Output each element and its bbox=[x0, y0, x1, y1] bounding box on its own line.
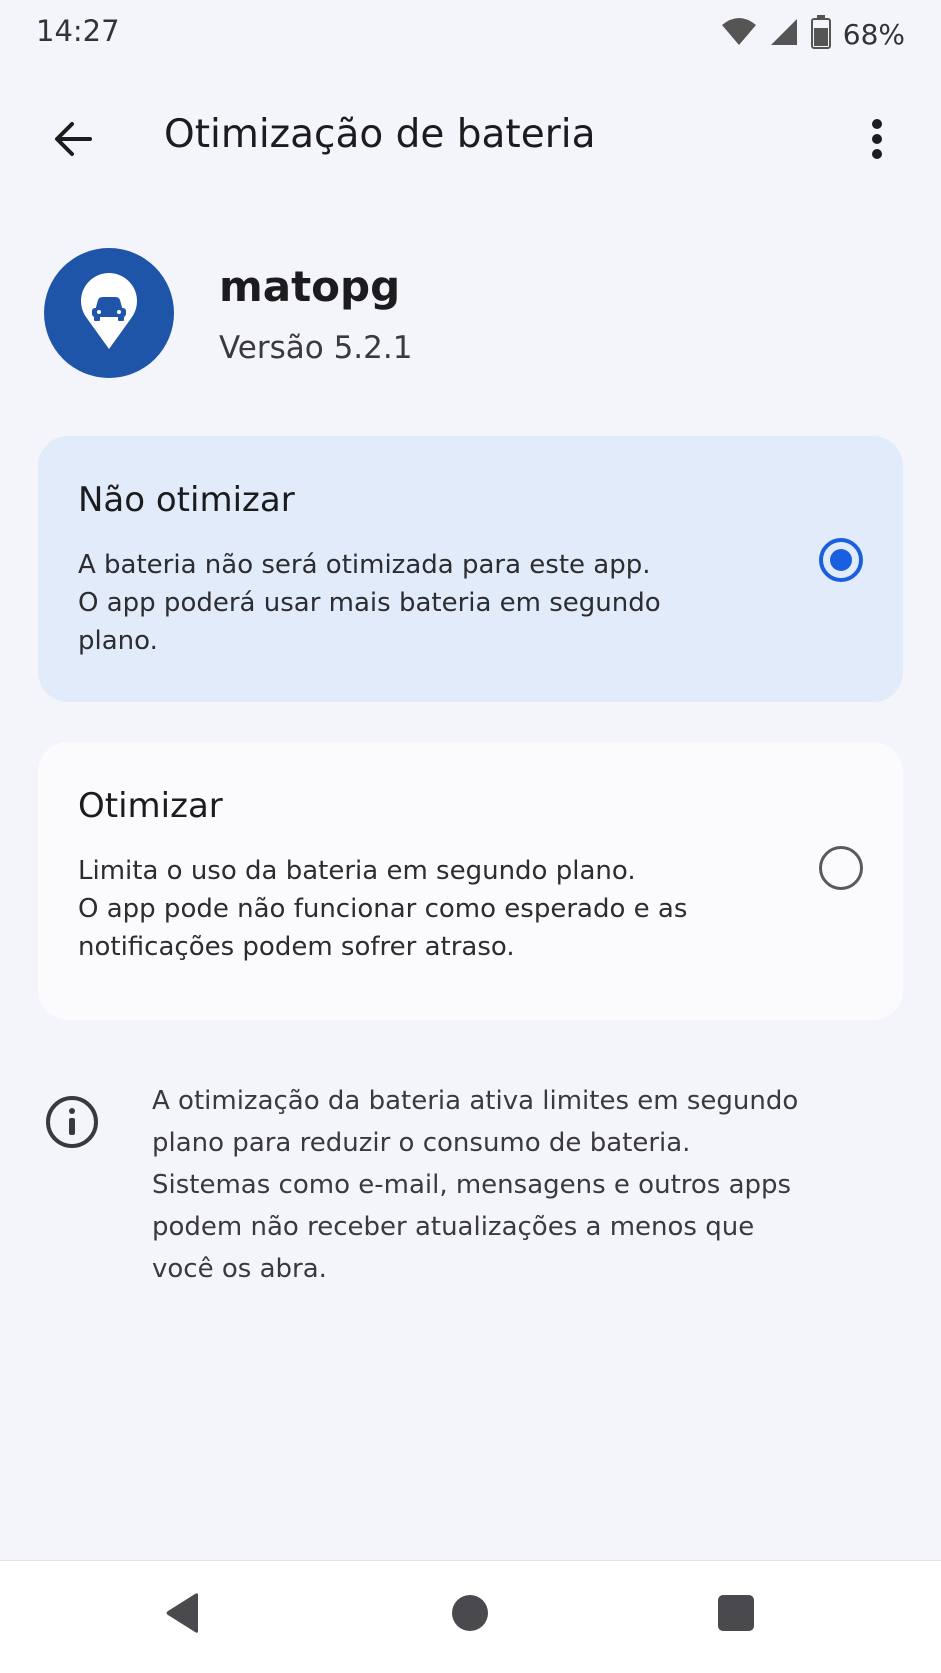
radio-selected-dot bbox=[830, 549, 852, 571]
location-pin-car-icon bbox=[78, 271, 140, 355]
wifi-icon bbox=[721, 17, 757, 51]
nav-home-icon bbox=[450, 1593, 490, 1637]
app-name: matopg bbox=[219, 262, 401, 311]
app-bar: Otimização de bateria bbox=[0, 92, 941, 188]
battery-icon bbox=[810, 15, 831, 53]
battery-percent: 68% bbox=[842, 17, 905, 51]
option-optimize[interactable]: Otimizar Limita o uso da bateria em segu… bbox=[38, 742, 903, 1020]
option-title: Otimizar bbox=[78, 786, 223, 826]
nav-back-icon bbox=[164, 1592, 204, 1638]
radio-optimize[interactable] bbox=[819, 846, 863, 890]
signal-icon bbox=[769, 17, 799, 51]
info-icon bbox=[44, 1094, 100, 1150]
app-version: Versão 5.2.1 bbox=[219, 330, 413, 366]
arrow-left-icon bbox=[52, 118, 94, 164]
more-vert-icon bbox=[871, 118, 883, 164]
nav-back-button[interactable] bbox=[152, 1583, 216, 1647]
info-text: A otimização da bateria ativa limites em… bbox=[152, 1086, 799, 1284]
status-time: 14:27 bbox=[36, 14, 120, 48]
nav-home-button[interactable] bbox=[438, 1583, 502, 1647]
radio-dont-optimize[interactable] bbox=[819, 538, 863, 582]
app-header: matopg Versão 5.2.1 bbox=[44, 248, 904, 380]
navigation-bar bbox=[0, 1560, 941, 1673]
status-icons: 68% bbox=[721, 14, 905, 54]
nav-recents-icon bbox=[717, 1594, 755, 1636]
status-bar: 14:27 68% bbox=[0, 0, 941, 72]
option-description: A bateria não será otimizada para este a… bbox=[78, 550, 661, 656]
option-dont-optimize[interactable]: Não otimizar A bateria não será otimizad… bbox=[38, 436, 903, 702]
option-description: Limita o uso da bateria em segundo plano… bbox=[78, 856, 688, 962]
more-options-button[interactable] bbox=[849, 108, 905, 174]
app-icon bbox=[44, 248, 174, 378]
page-title: Otimização de bateria bbox=[164, 112, 596, 157]
nav-recents-button[interactable] bbox=[704, 1583, 768, 1647]
option-title: Não otimizar bbox=[78, 480, 295, 520]
back-button[interactable] bbox=[40, 108, 106, 174]
